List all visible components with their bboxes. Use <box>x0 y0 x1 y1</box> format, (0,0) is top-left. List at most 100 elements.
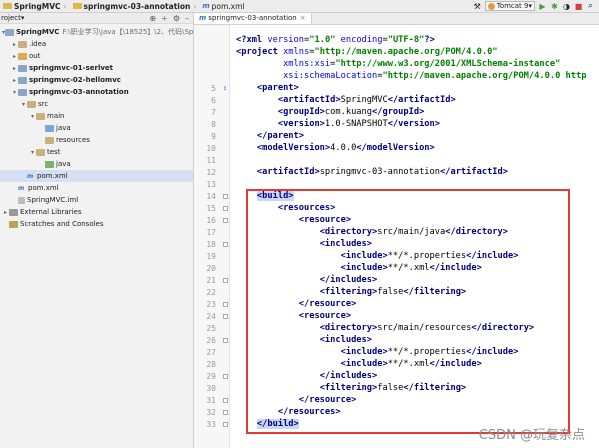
tree-item[interactable]: ▸ .idea <box>0 38 193 50</box>
toolbar-actions: ⚒ Tomcat 9 ▾ ▶ ✱ ◑ ■ ⌕ <box>473 1 599 11</box>
watermark: CSDN @玩复杂点 <box>478 428 585 443</box>
gear-icon[interactable]: ⚙ <box>173 14 180 23</box>
code-line[interactable]: 8 <version>1.0-SNAPSHOT</version> <box>194 118 599 130</box>
code-line[interactable]: xmlns:xsi="http://www.w3.org/2001/XMLSch… <box>194 58 599 70</box>
line-number: 18 <box>206 239 216 249</box>
code-text: <version>1.0-SNAPSHOT</version> <box>277 119 440 129</box>
line-number: 12 <box>206 167 216 177</box>
gutter-marker[interactable]: ↥ <box>220 84 230 92</box>
chevron-right-icon[interactable]: ▸ <box>11 77 18 84</box>
chevron-right-icon[interactable]: ▸ <box>11 65 18 72</box>
chevron-down-icon[interactable]: ▾ <box>29 113 36 120</box>
code-line[interactable]: 10 <modelVersion>4.0.0</modelVersion> <box>194 142 599 154</box>
fold-icon[interactable] <box>222 301 228 307</box>
tree-item[interactable]: m pom.xml <box>0 170 193 182</box>
code-line[interactable]: <?xml version="1.0" encoding="UTF-8"?> <box>194 34 599 46</box>
chevron-down-icon[interactable]: ▾ <box>11 89 18 96</box>
fold-icon[interactable] <box>222 313 228 319</box>
line-number: 10 <box>206 143 216 153</box>
debug-icon[interactable]: ✱ <box>550 2 559 11</box>
code-line[interactable]: 11 <box>194 154 599 166</box>
gutter-marker[interactable] <box>220 193 230 199</box>
tree-item[interactable]: ▾ src <box>0 98 193 110</box>
line-number: 25 <box>206 323 216 333</box>
gutter-marker[interactable] <box>220 277 230 283</box>
code-line[interactable]: xsi:schemaLocation="http://maven.apache.… <box>194 70 599 82</box>
gutter-marker[interactable] <box>220 313 230 319</box>
fold-icon[interactable] <box>222 409 228 415</box>
build-hammer-icon[interactable]: ⚒ <box>473 2 482 11</box>
line-number: 32 <box>206 407 216 417</box>
gutter-marker[interactable] <box>220 301 230 307</box>
gutter-marker[interactable] <box>220 241 230 247</box>
tree-item[interactable]: java <box>0 158 193 170</box>
tree-item[interactable]: resources <box>0 134 193 146</box>
chevron-right-icon[interactable]: ▸ <box>2 209 9 216</box>
tree-item[interactable]: SpringMVC.iml <box>0 194 193 206</box>
breadcrumb-file[interactable]: m pom.xml <box>199 2 247 11</box>
chevron-right-icon[interactable]: ▸ <box>11 53 18 60</box>
code-line[interactable]: <project xmlns="http://maven.apache.org/… <box>194 46 599 58</box>
code-line[interactable]: 7 <groupId>com.kuang</groupId> <box>194 106 599 118</box>
tree-item[interactable]: java <box>0 122 193 134</box>
fold-icon[interactable] <box>222 421 228 427</box>
line-number: 28 <box>206 359 216 369</box>
breadcrumb-file-label: pom.xml <box>211 1 245 11</box>
tree-item[interactable]: Scratches and Consoles <box>0 218 193 230</box>
locate-icon[interactable]: ⊕ <box>149 14 156 23</box>
chevron-down-icon[interactable]: ▾ <box>29 149 36 156</box>
chevron-down-icon[interactable]: ▾ <box>20 101 27 108</box>
project-panel-title[interactable]: roject <box>1 14 21 22</box>
run-configuration-select[interactable]: Tomcat 9 ▾ <box>484 1 535 11</box>
code-line[interactable]: 12 <artifactId>springmvc-03-annotation</… <box>194 166 599 178</box>
gutter-marker[interactable] <box>220 217 230 223</box>
collapse-icon[interactable]: ÷ <box>161 14 168 23</box>
chevron-down-icon[interactable]: ▾ <box>21 14 25 22</box>
gutter-marker[interactable] <box>220 409 230 415</box>
tree-item[interactable]: ▾ test <box>0 146 193 158</box>
gutter-marker[interactable] <box>220 373 230 379</box>
coverage-icon[interactable]: ◑ <box>562 2 571 11</box>
tree-item[interactable]: ▸ springmvc-02-hellomvc <box>0 74 193 86</box>
tree-item[interactable]: ▾ main <box>0 110 193 122</box>
navigate-parent-icon[interactable]: ↥ <box>223 84 227 92</box>
fold-icon[interactable] <box>222 241 228 247</box>
tree-item[interactable]: ▾SpringMVCF:\职业学习\java【\18525】\2、代码\Spri… <box>0 26 193 38</box>
fold-icon[interactable] <box>222 397 228 403</box>
fold-icon[interactable] <box>222 193 228 199</box>
chevron-right-icon[interactable]: ▸ <box>11 41 18 48</box>
search-icon[interactable]: ⌕ <box>586 1 595 11</box>
code-text: </parent> <box>256 131 304 141</box>
code-line[interactable]: 9 </parent> <box>194 130 599 142</box>
fold-icon[interactable] <box>222 373 228 379</box>
tree-item[interactable]: ▸ External Libraries <box>0 206 193 218</box>
fold-icon[interactable] <box>222 217 228 223</box>
line-number: 29 <box>206 371 216 381</box>
fold-icon[interactable] <box>222 277 228 283</box>
editor-tab-pom[interactable]: m springmvc-03-annotation × <box>194 13 312 24</box>
fold-icon[interactable] <box>222 205 228 211</box>
run-icon[interactable]: ▶ <box>538 2 547 11</box>
code-text: <artifactId>SpringMVC</artifactId> <box>277 95 456 105</box>
fold-icon[interactable] <box>222 337 228 343</box>
tree-item[interactable]: ▸ springmvc-01-serlvet <box>0 62 193 74</box>
code-line[interactable]: 5 ↥ <parent> <box>194 82 599 94</box>
tree-item[interactable]: ▸ out <box>0 50 193 62</box>
tree-item[interactable]: m pom.xml <box>0 182 193 194</box>
file-icon <box>18 196 25 204</box>
hide-icon[interactable]: – <box>185 14 189 23</box>
breadcrumb-project[interactable]: SpringMVC › <box>0 2 70 11</box>
gutter-marker[interactable] <box>220 337 230 343</box>
tree-item-label: test <box>47 148 61 156</box>
breadcrumb-module[interactable]: springmvc-03-annotation › <box>70 2 200 11</box>
gutter-marker[interactable] <box>220 397 230 403</box>
code-line[interactable]: 6 <artifactId>SpringMVC</artifactId> <box>194 94 599 106</box>
tree-item-label: pom.xml <box>28 184 59 192</box>
folder-icon <box>18 52 27 60</box>
gutter-marker[interactable] <box>220 421 230 427</box>
line-number: 16 <box>206 215 216 225</box>
tree-item[interactable]: ▾ springmvc-03-annotation <box>0 86 193 98</box>
gutter-marker[interactable] <box>220 205 230 211</box>
close-icon[interactable]: × <box>300 14 306 22</box>
stop-icon[interactable]: ■ <box>574 2 583 11</box>
